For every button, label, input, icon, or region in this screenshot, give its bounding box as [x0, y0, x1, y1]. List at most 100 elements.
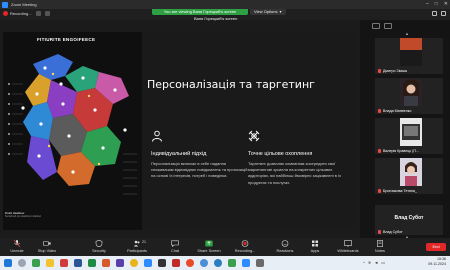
participant-name: Бронзакова Тетяна_ [378, 189, 417, 193]
col1-text: Персоналізація включає в себе надання сп… [151, 161, 248, 179]
app-icon-gray[interactable] [256, 259, 264, 267]
app-icon-purple[interactable] [116, 259, 124, 267]
notes-button[interactable]: Notes [365, 240, 395, 253]
close-icon[interactable]: ✕ [444, 1, 448, 7]
topbar-right-controls [432, 11, 446, 16]
participant-tile[interactable]: Бронзакова Тетяна_ [375, 158, 443, 194]
participant-tile[interactable]: Влад Субот Влад Субот [375, 205, 443, 235]
window-controls: – □ ✕ [426, 1, 448, 7]
chat-icon [171, 240, 179, 247]
record-dot-icon [3, 11, 8, 16]
pause-recording-icon[interactable] [35, 11, 41, 16]
participant-display-name: Влад Субот [394, 215, 424, 221]
targeting-column: Точне цільове охоплення Таргетинг дозвол… [248, 130, 348, 186]
person-icon [152, 130, 162, 142]
participant-video [400, 158, 422, 186]
edge-icon[interactable] [214, 259, 222, 267]
scroll-up-icon[interactable]: ▲ [404, 32, 410, 36]
recording-indicator: Recording... [3, 11, 50, 16]
chevron-up-icon[interactable]: ^ [363, 260, 365, 265]
zoom-window: Zoom Meeting – □ ✕ Recording... You are … [0, 0, 450, 270]
participants-icon [133, 240, 140, 247]
maximize-icon[interactable]: □ [435, 1, 438, 7]
participant-name: Дмитро Зімша [378, 69, 407, 73]
col2-text: Таргетинг дозволяє компаніям зосередити … [248, 161, 342, 185]
chat-button[interactable]: Chat [160, 240, 190, 253]
map-title: FITIURITE ENGOIFEECE [37, 37, 96, 42]
reactions-icon [281, 240, 289, 247]
viewing-screen-banner: You are viewing Ваня Горецкий's screen [152, 9, 248, 15]
powerpoint-icon[interactable] [102, 259, 110, 267]
app-icon-red[interactable] [172, 259, 180, 267]
stop-video-button[interactable]: Stop Video [32, 240, 62, 253]
target-cross-icon [248, 130, 260, 142]
shared-screen-slide: FITIURITE ENGOIFEECE Finals Headboer Ser… [3, 32, 355, 230]
personalization-column: Індивідуальний підхід Персоналізація вкл… [151, 130, 251, 180]
chrome-icon[interactable] [200, 259, 208, 267]
wifi-icon[interactable]: ≋ [368, 260, 371, 265]
window-title: Zoom Meeting [11, 2, 37, 7]
record-icon [241, 240, 249, 247]
app-icon-green[interactable] [32, 259, 40, 267]
share-screen-button[interactable]: Share Screen [194, 240, 224, 253]
apps-icon [312, 240, 318, 247]
stop-recording-icon[interactable] [44, 11, 50, 16]
europe-map-image [3, 44, 142, 212]
excel-icon[interactable] [88, 259, 96, 267]
share-screen-icon [205, 240, 213, 247]
app-icon-green2[interactable] [228, 259, 236, 267]
col2-heading: Точне цільове охоплення [248, 151, 313, 157]
app-icon-yellow[interactable] [130, 259, 138, 267]
muted-mic-icon [378, 69, 381, 73]
security-button[interactable]: Security [84, 240, 114, 253]
screen-owner-label: Ваня Горецкий's screen [194, 16, 238, 21]
participant-tile[interactable]: Дмитро Зімша [375, 38, 443, 74]
whiteboards-button[interactable]: Whiteboards [333, 240, 363, 253]
col1-heading: Індивідуальний підхід [151, 151, 207, 157]
whiteboard-icon [344, 240, 352, 247]
view-options-button[interactable]: View Options [250, 9, 286, 15]
muted-mic-icon [378, 149, 381, 153]
participant-tile[interactable]: Влада Матвієнко [375, 78, 443, 114]
participant-name: Влад Субот [378, 230, 403, 234]
gallery-layout-icon[interactable] [372, 23, 380, 29]
notes-icon [377, 240, 383, 247]
file-explorer-icon[interactable] [46, 259, 54, 267]
start-icon[interactable] [4, 259, 12, 267]
clock[interactable]: 15:36 09.11.2024 [428, 257, 446, 267]
minimize-icon[interactable]: – [426, 1, 429, 7]
view-layout-icon[interactable] [441, 11, 446, 16]
shield-icon[interactable] [432, 11, 437, 16]
recording-label: Recording... [10, 11, 32, 16]
slide-title: Персоналізація та таргетинг [147, 78, 315, 91]
window-titlebar: Zoom Meeting – □ ✕ [0, 0, 450, 9]
microphone-icon [13, 240, 21, 247]
map-caption-text: Sertelinah pro deahtrunn Eddnel [5, 215, 41, 218]
app-icon-orange[interactable] [186, 259, 194, 267]
participants-gallery: ▲ Дмитро Зімша Влада Матвієнко Валерія К… [360, 20, 450, 240]
shield-icon [95, 240, 103, 247]
participant-video [400, 38, 422, 66]
reactions-button[interactable]: Reactions [270, 240, 300, 253]
search-icon[interactable] [18, 259, 26, 267]
participant-name: Валерія Кравець (П... [378, 149, 419, 153]
gallery-toggle-icon[interactable] [384, 23, 392, 29]
app-icon-dark[interactable] [158, 259, 166, 267]
word-icon[interactable] [74, 259, 82, 267]
video-camera-icon [43, 241, 51, 246]
volume-icon[interactable]: ◄ [374, 260, 378, 265]
unmute-button[interactable]: Unmute [2, 240, 32, 253]
end-meeting-button[interactable]: End [426, 243, 446, 251]
app-icon-blue[interactable] [144, 259, 152, 267]
acrobat-icon[interactable] [60, 259, 68, 267]
participant-video [400, 78, 422, 106]
record-button[interactable]: Recording... [230, 240, 260, 253]
zoom-taskbar-icon[interactable] [242, 259, 250, 267]
gallery-controls [372, 23, 392, 29]
participants-count: 21 [142, 240, 146, 244]
windows-taskbar: ^ ≋ ◄ ▭ 15:36 09.11.2024 [0, 256, 450, 270]
battery-icon[interactable]: ▭ [381, 260, 385, 265]
participants-button[interactable]: Participants 21 [122, 240, 152, 253]
participant-tile[interactable]: Валерія Кравець (П... [375, 118, 443, 154]
apps-button[interactable]: Apps [300, 240, 330, 253]
